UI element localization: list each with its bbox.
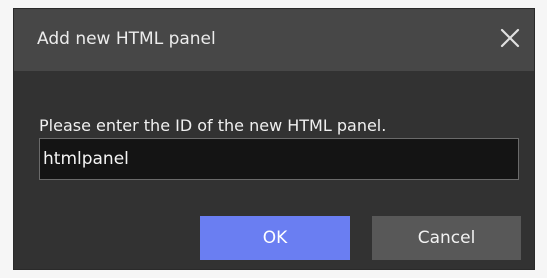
panel-id-input[interactable] [39, 138, 519, 180]
dialog-titlebar[interactable]: Add new HTML panel [14, 9, 534, 71]
ok-button[interactable]: OK [200, 216, 350, 260]
cancel-button[interactable]: Cancel [372, 216, 521, 260]
dialog-prompt: Please enter the ID of the new HTML pane… [39, 116, 387, 135]
add-html-panel-dialog: Add new HTML panel Please enter the ID o… [13, 8, 535, 270]
dialog-title: Add new HTML panel [37, 29, 216, 49]
close-icon[interactable] [498, 26, 522, 50]
